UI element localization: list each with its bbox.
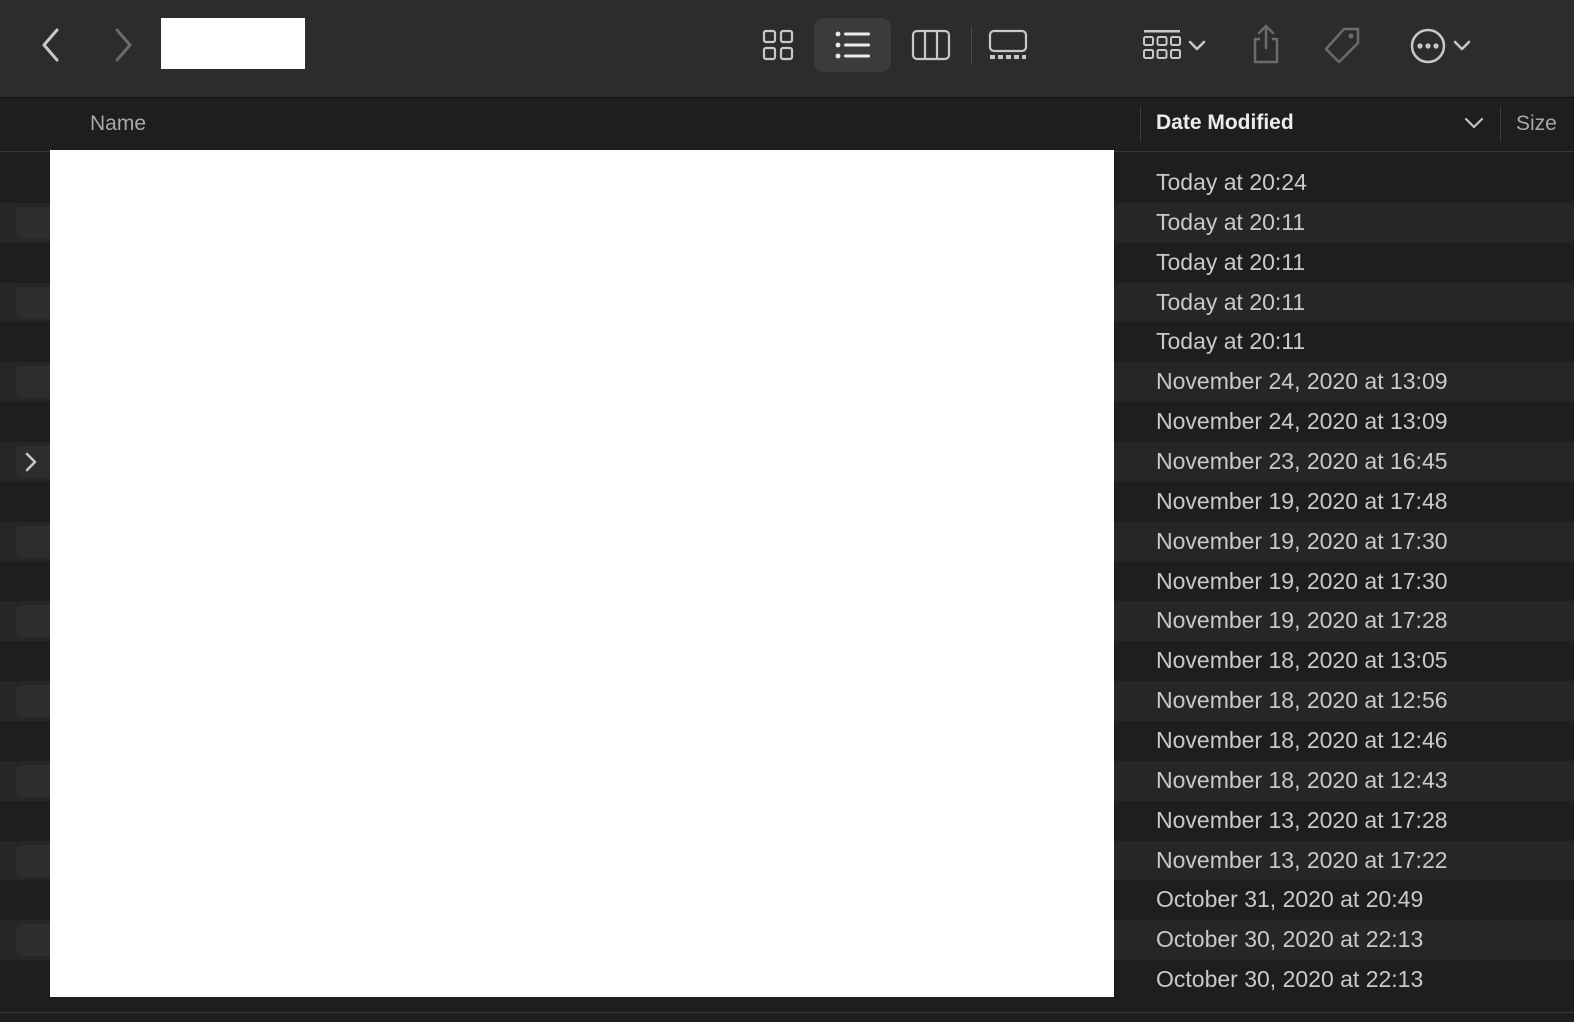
column-separator[interactable] — [1140, 106, 1141, 142]
date-modified-cell: November 18, 2020 at 13:05 — [1156, 647, 1448, 674]
list-view-button[interactable] — [814, 18, 891, 72]
tag-icon — [1324, 27, 1360, 64]
ellipsis-circle-icon — [1410, 28, 1446, 64]
date-modified-cell: November 13, 2020 at 17:22 — [1156, 846, 1448, 873]
date-modified-cell: October 31, 2020 at 20:49 — [1156, 886, 1424, 913]
column-view-button[interactable] — [900, 18, 962, 72]
chevron-down-icon — [1188, 40, 1206, 51]
date-modified-cell: Today at 20:11 — [1156, 248, 1306, 275]
icon-view-button[interactable] — [748, 18, 808, 72]
tag-button[interactable] — [1318, 22, 1366, 70]
column-name[interactable]: Name — [90, 112, 146, 136]
column-header: Name Date Modified Size — [0, 98, 1574, 152]
date-modified-cell: November 24, 2020 at 13:09 — [1156, 408, 1448, 435]
grid-icon — [762, 29, 794, 61]
date-modified-cell: November 18, 2020 at 12:56 — [1156, 687, 1448, 714]
forward-button[interactable] — [106, 26, 140, 64]
sort-chevron-down-icon[interactable] — [1464, 116, 1484, 134]
group-icon — [1143, 30, 1181, 59]
gallery-icon — [988, 29, 1028, 59]
toolbar — [0, 0, 1574, 98]
date-modified-cell: November 13, 2020 at 17:28 — [1156, 806, 1448, 833]
column-date-modified[interactable]: Date Modified — [1156, 111, 1294, 135]
date-modified-cell: November 18, 2020 at 12:46 — [1156, 727, 1448, 754]
date-modified-cell: November 19, 2020 at 17:30 — [1156, 567, 1448, 594]
share-icon — [1253, 24, 1279, 64]
gallery-view-button[interactable] — [978, 18, 1038, 72]
date-modified-cell: November 18, 2020 at 12:43 — [1156, 766, 1448, 793]
back-button[interactable] — [34, 26, 68, 64]
columns-icon — [911, 29, 951, 61]
group-button[interactable] — [1134, 22, 1214, 70]
date-modified-cell: Today at 20:11 — [1156, 328, 1306, 355]
list-icon — [835, 31, 870, 59]
column-size[interactable]: Size — [1516, 112, 1557, 136]
redacted-file-names — [50, 150, 1114, 997]
date-modified-cell: Today at 20:11 — [1156, 288, 1306, 315]
date-modified-cell: November 19, 2020 at 17:30 — [1156, 527, 1448, 554]
date-modified-cell: November 24, 2020 at 13:09 — [1156, 368, 1448, 395]
share-button[interactable] — [1244, 20, 1288, 68]
chevron-left-icon — [42, 28, 59, 62]
column-separator[interactable] — [1500, 106, 1501, 142]
date-modified-cell: October 30, 2020 at 22:13 — [1156, 966, 1424, 993]
chevron-right-icon — [115, 28, 132, 62]
more-actions-button[interactable] — [1402, 22, 1478, 70]
toolbar-divider — [971, 26, 972, 64]
row-divider — [0, 1012, 1574, 1013]
date-modified-cell: November 19, 2020 at 17:28 — [1156, 607, 1448, 634]
date-modified-cell: Today at 20:24 — [1156, 169, 1307, 195]
disclosure-chevron-right-icon[interactable] — [24, 452, 38, 477]
date-modified-cell: Today at 20:11 — [1156, 208, 1306, 235]
window-title-redacted — [161, 18, 305, 69]
date-modified-cell: October 30, 2020 at 22:13 — [1156, 926, 1424, 953]
chevron-down-icon — [1453, 40, 1471, 51]
next-row-partial — [0, 1000, 1574, 1022]
date-modified-cell: November 23, 2020 at 16:45 — [1156, 448, 1448, 475]
date-modified-cell: November 19, 2020 at 17:48 — [1156, 487, 1448, 514]
